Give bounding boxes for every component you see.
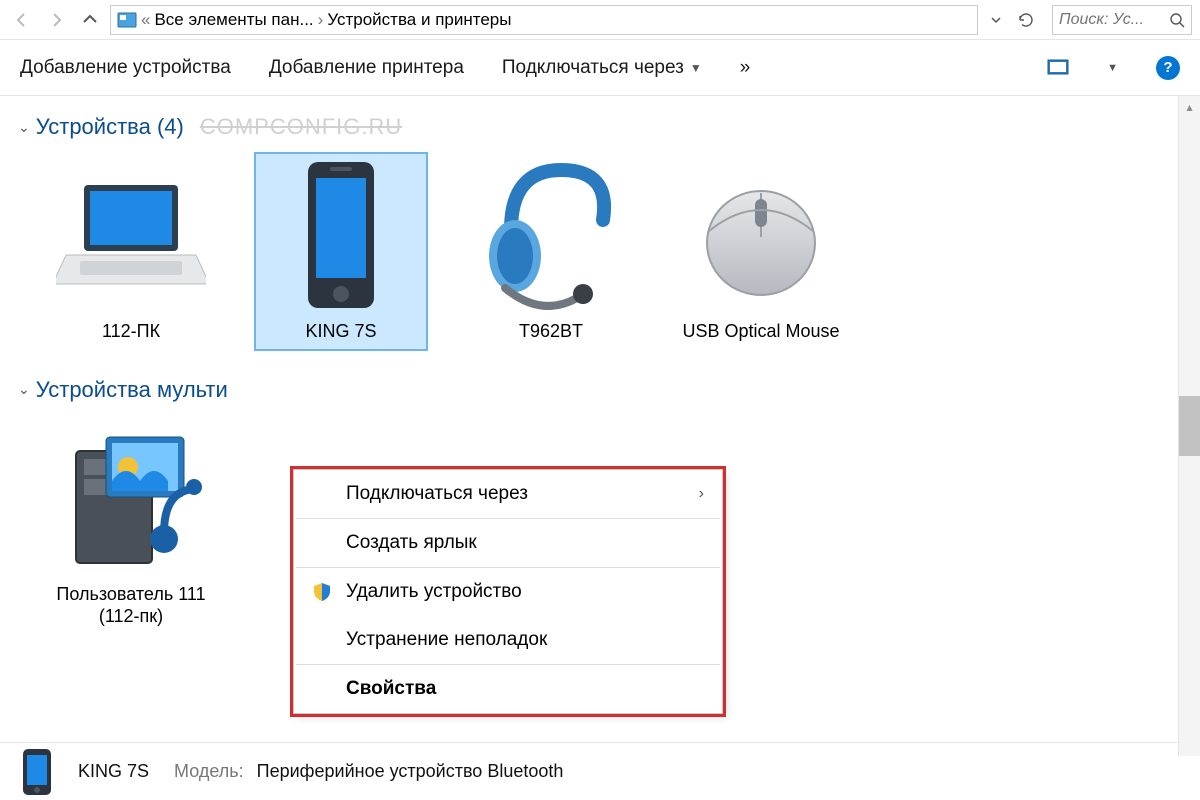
menu-item-label: Свойства bbox=[346, 678, 436, 700]
media-server-icon bbox=[51, 423, 211, 573]
details-meta: KING 7S Модель: Периферийное устройство … bbox=[78, 761, 563, 782]
smartphone-icon bbox=[261, 160, 421, 310]
chevron-right-icon: › bbox=[699, 485, 704, 503]
menu-item-troubleshoot[interactable]: Устранение неполадок bbox=[294, 616, 722, 664]
scroll-thumb[interactable] bbox=[1179, 396, 1200, 456]
smartphone-icon bbox=[10, 749, 64, 795]
group-header-devices[interactable]: ⌄ Устройства (4) COMPCONFIG.RU bbox=[18, 114, 1182, 140]
nav-forward-button[interactable] bbox=[42, 6, 70, 34]
arrow-right-icon bbox=[46, 10, 66, 30]
add-printer-button[interactable]: Добавление принтера bbox=[269, 57, 464, 79]
search-box[interactable] bbox=[1052, 5, 1192, 35]
device-label: 112-ПК bbox=[102, 320, 160, 343]
laptop-icon bbox=[51, 160, 211, 310]
arrow-left-icon bbox=[12, 10, 32, 30]
menu-item-label: Подключаться через bbox=[346, 483, 528, 505]
view-icon bbox=[1047, 59, 1069, 77]
device-item-phone[interactable]: KING 7S bbox=[256, 154, 426, 349]
watermark-text: COMPCONFIG.RU bbox=[200, 114, 402, 140]
chevron-down-icon[interactable]: ▼ bbox=[1107, 62, 1118, 74]
chevron-down-icon: ⌄ bbox=[18, 119, 30, 136]
refresh-icon bbox=[1018, 12, 1034, 28]
add-device-button[interactable]: Добавление устройства bbox=[20, 57, 231, 79]
help-button[interactable]: ? bbox=[1156, 56, 1180, 80]
device-item-pc[interactable]: 112-ПК bbox=[46, 154, 216, 349]
chevron-right-icon: › bbox=[318, 10, 324, 30]
address-bar: « Все элементы пан... › Устройства и при… bbox=[0, 0, 1200, 40]
menu-item-label: Удалить устройство bbox=[346, 581, 522, 603]
details-title: KING 7S bbox=[78, 761, 149, 781]
group-header-multimedia[interactable]: ⌄ Устройства мульти bbox=[18, 377, 1182, 403]
nav-back-button[interactable] bbox=[8, 6, 36, 34]
details-model-value: Периферийное устройство Bluetooth bbox=[257, 761, 564, 781]
search-input[interactable] bbox=[1059, 11, 1169, 29]
refresh-button[interactable] bbox=[1014, 6, 1038, 34]
connect-via-button[interactable]: Подключаться через ▼ bbox=[502, 57, 702, 79]
uac-shield-icon bbox=[312, 582, 332, 602]
search-icon bbox=[1169, 12, 1185, 28]
menu-item-create-shortcut[interactable]: Создать ярлык bbox=[294, 519, 722, 567]
view-options-button[interactable] bbox=[1047, 57, 1069, 79]
device-item-headset[interactable]: T962BT bbox=[466, 154, 636, 349]
connect-via-label: Подключаться через bbox=[502, 57, 684, 79]
device-label: T962BT bbox=[519, 320, 583, 343]
mouse-icon bbox=[681, 160, 841, 310]
context-menu: Подключаться через › Создать ярлык Удали… bbox=[293, 469, 723, 714]
toolbar: Добавление устройства Добавление принтер… bbox=[0, 40, 1200, 96]
control-panel-icon bbox=[117, 10, 137, 30]
chevron-down-icon bbox=[990, 14, 1002, 26]
details-model-label: Модель: bbox=[174, 761, 244, 781]
device-item-mouse[interactable]: USB Optical Mouse bbox=[676, 154, 846, 349]
menu-item-connect-via[interactable]: Подключаться через › bbox=[294, 470, 722, 518]
breadcrumb-overflow-icon: « bbox=[141, 10, 150, 30]
scroll-up-button[interactable]: ▴ bbox=[1179, 96, 1200, 118]
menu-item-remove-device[interactable]: Удалить устройство bbox=[294, 568, 722, 616]
bluetooth-headset-icon bbox=[471, 160, 631, 310]
content-area: ⌄ Устройства (4) COMPCONFIG.RU 112-ПК bbox=[0, 96, 1200, 746]
device-item-media-server[interactable]: Пользователь 111 (112-пк) bbox=[46, 417, 216, 634]
devices-row: 112-ПК KING 7S bbox=[18, 154, 1182, 349]
device-label: USB Optical Mouse bbox=[682, 320, 839, 343]
details-pane: KING 7S Модель: Периферийное устройство … bbox=[0, 742, 1178, 800]
breadcrumb-bar[interactable]: « Все элементы пан... › Устройства и при… bbox=[110, 5, 978, 35]
chevron-down-icon: ▼ bbox=[690, 61, 702, 75]
group-title: Устройства мульти bbox=[36, 377, 228, 403]
arrow-up-icon bbox=[80, 10, 100, 30]
address-dropdown-button[interactable] bbox=[984, 6, 1008, 34]
group-title: Устройства (4) bbox=[36, 114, 184, 140]
menu-item-properties[interactable]: Свойства bbox=[294, 665, 722, 713]
device-label: KING 7S bbox=[305, 320, 376, 343]
breadcrumb-segment[interactable]: Все элементы пан... bbox=[154, 10, 313, 30]
nav-up-button[interactable] bbox=[76, 6, 104, 34]
device-label: Пользователь 111 (112-пк) bbox=[46, 583, 216, 628]
breadcrumb-segment[interactable]: Устройства и принтеры bbox=[327, 10, 511, 30]
menu-item-label: Устранение неполадок bbox=[346, 629, 547, 651]
chevron-down-icon: ⌄ bbox=[18, 381, 30, 398]
toolbar-overflow-button[interactable]: » bbox=[740, 57, 751, 79]
menu-item-label: Создать ярлык bbox=[346, 532, 477, 554]
vertical-scrollbar[interactable]: ▴ bbox=[1178, 96, 1200, 756]
